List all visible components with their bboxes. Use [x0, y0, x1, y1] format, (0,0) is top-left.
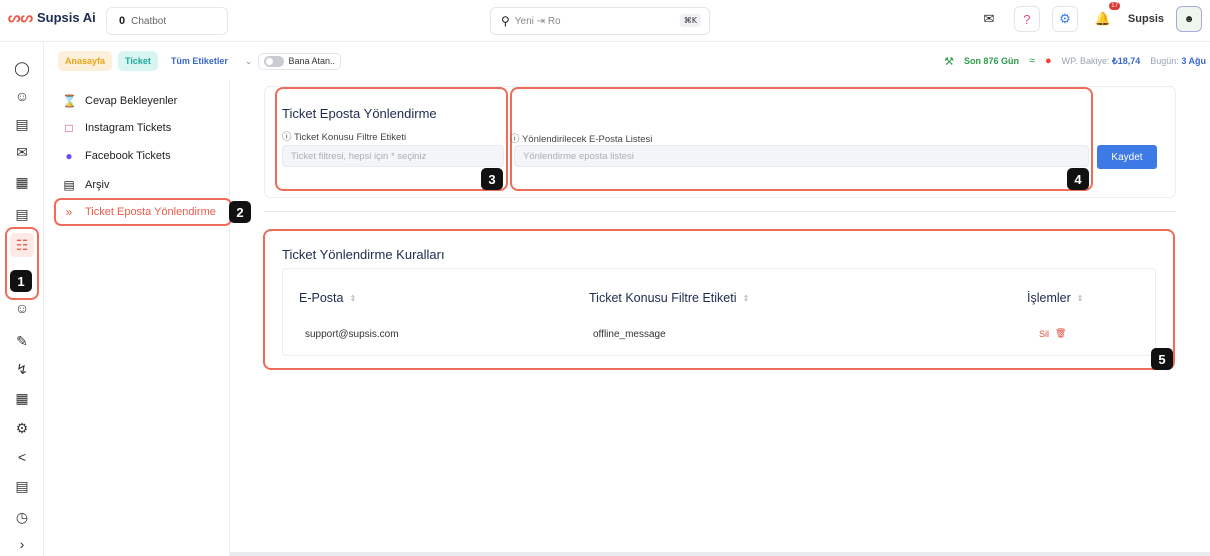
today-label: Bugün:	[1150, 56, 1179, 66]
chatbot-label: Chatbot	[131, 15, 167, 27]
menu-item-label: Cevap Bekleyenler	[85, 95, 178, 107]
toggle-switch[interactable]	[264, 55, 285, 67]
status-area: ⚒ Son 876 Gün ≈ ● WP. Bakiye: ₺18,74 Bug…	[944, 47, 1206, 75]
menu-item-label: Facebook Tickets	[85, 150, 171, 162]
chat-icon[interactable]: ◯	[10, 56, 34, 80]
avatar[interactable]: ☻	[1176, 6, 1202, 32]
breadcrumb-home[interactable]: Anasayfa	[58, 51, 113, 71]
apps-icon[interactable]: ▦	[10, 386, 34, 410]
trash-icon: 🗑	[1055, 328, 1067, 338]
scrollbar-track[interactable]	[230, 552, 1210, 556]
icon-rail: ◯ ☺ ▤ ✉ ▦ ▤ ☷ ☺ ✎ ↯ ▦ ⚙ < ▤ ◷ ›	[0, 42, 44, 556]
pen-icon[interactable]: ✎	[10, 329, 34, 353]
marker-5: 5	[1151, 348, 1173, 370]
rules-title: Ticket Yönlendirme Kuralları	[282, 247, 445, 262]
marker-4: 4	[1067, 168, 1089, 190]
routing-title: Ticket Eposta Yönlendirme	[282, 106, 437, 121]
mail-nav-icon[interactable]: ✉	[10, 140, 34, 164]
bolt-icon[interactable]: ↯	[10, 357, 34, 381]
document-icon[interactable]: ▤	[10, 202, 34, 226]
sort-icon[interactable]: ⇕	[743, 294, 750, 303]
breadcrumb-ticket[interactable]: Ticket	[118, 51, 158, 71]
menu-item-label: Instagram Tickets	[85, 122, 172, 134]
top-actions: ✉ ? ⚙ 🔔 17 Supsis ☻	[976, 2, 1202, 32]
ticket-menu: ⌛ Cevap Bekleyenler □ Instagram Tickets …	[46, 80, 232, 556]
gear-icon[interactable]: ⚙	[1051, 6, 1078, 32]
menu-item-instagram[interactable]: □ Instagram Tickets	[62, 117, 171, 139]
chevron-down-icon[interactable]: ⌄	[245, 56, 253, 67]
help-icon[interactable]: ?	[1013, 6, 1040, 32]
column-header-label: E-Posta	[299, 291, 344, 305]
save-button[interactable]: Kaydet	[1097, 145, 1157, 169]
search-value: Yeni ⇥ Ro	[514, 15, 561, 27]
highlight-box-2	[54, 198, 232, 226]
filter-label: ⓘ Ticket Konusu Filtre Etiketi	[282, 132, 407, 143]
app-logo[interactable]: ᔕᔕ Supsis Ai	[8, 9, 96, 26]
email-list-input[interactable]: Yönlendirme eposta listesi	[514, 145, 1089, 167]
clock-icon[interactable]: ◷	[10, 505, 34, 529]
column-header-tag[interactable]: Ticket Konusu Filtre Etiketi ⇕	[589, 291, 749, 305]
messenger-icon: ●	[65, 149, 73, 163]
chatbot-selector[interactable]: 0 Chatbot	[106, 7, 228, 35]
table-cell-email: support@supsis.com	[305, 329, 399, 340]
menu-item-label: Arşiv	[85, 179, 110, 191]
filter-input[interactable]: Ticket filtresi, hepsi için * seçiniz	[282, 145, 504, 167]
menu-item-arsiv[interactable]: ▤ Arşiv	[62, 174, 109, 196]
notification-count: 17	[1109, 2, 1120, 10]
bell-icon[interactable]: 🔔 17	[1090, 2, 1120, 32]
rules-table: E-Posta ⇕ Ticket Konusu Filtre Etiketi ⇕ İ…	[282, 268, 1156, 356]
search-input[interactable]: ⚲ Yeni ⇥ Ro ⌘K	[490, 7, 710, 35]
top-bar: ᔕᔕ Supsis Ai 0 Chatbot ⚲ Yeni ⇥ Ro ⌘K ✉ …	[0, 0, 1210, 42]
instagram-icon: □	[65, 121, 73, 135]
robot-nav-icon[interactable]: ☺	[10, 84, 34, 108]
today: Bugün: 3 Ağu	[1150, 56, 1206, 66]
search-icon: ⚲	[501, 14, 510, 28]
card-icon[interactable]: ▤	[10, 474, 34, 498]
today-value: 3 Ağu	[1181, 56, 1206, 66]
settings-icon[interactable]: ⚙	[10, 416, 34, 440]
chatbot-count: 0	[119, 15, 126, 27]
column-header-actions[interactable]: İşlemler ⇕	[1027, 291, 1083, 305]
assigned-toggle[interactable]: Bana Atan..	[258, 52, 341, 70]
sort-icon[interactable]: ⇕	[349, 294, 356, 303]
menu-item-cevap-bekleyenler[interactable]: ⌛ Cevap Bekleyenler	[62, 90, 177, 112]
supsis-logo-icon: ᔕᔕ	[8, 9, 33, 25]
robot-icon: ⚒	[944, 55, 954, 68]
balance-label: WP. Bakiye:	[1061, 55, 1110, 66]
menu-item-facebook[interactable]: ● Facebook Tickets	[62, 145, 171, 167]
user-name[interactable]: Supsis	[1128, 13, 1164, 25]
days-remaining: Son 876 Gün	[963, 56, 1019, 66]
assigned-label: Bana Atan..	[288, 56, 335, 66]
mail-icon[interactable]: ✉	[976, 6, 1002, 32]
expand-icon[interactable]: ›	[10, 532, 34, 556]
column-header-email[interactable]: E-Posta ⇕	[299, 291, 356, 305]
hourglass-icon: ⌛	[62, 94, 77, 108]
app-logo-text: Supsis Ai	[36, 10, 96, 25]
divider	[264, 211, 1176, 212]
sub-bar: Anasayfa Ticket Tüm Etiketler ⌄ Bana Ata…	[46, 47, 1210, 75]
tags-dropdown[interactable]: Tüm Etiketler	[164, 51, 235, 71]
marker-2: 2	[229, 201, 251, 223]
status-icon: ●	[1045, 55, 1052, 67]
archive-icon: ▤	[63, 178, 75, 192]
sort-icon[interactable]: ⇕	[1077, 294, 1084, 303]
table-cell-tag: offline_message	[593, 329, 666, 340]
column-header-label: İşlemler	[1027, 291, 1071, 305]
email-list-label: ⓘ Yönlendirilecek E-Posta Listesi	[510, 134, 653, 145]
delete-label: Sil	[1039, 328, 1050, 339]
contacts-icon[interactable]: ▤	[10, 112, 34, 136]
share-icon[interactable]: <	[10, 445, 34, 469]
marker-1: 1	[10, 270, 32, 292]
balance: WP. Bakiye: ₺18,74	[1062, 56, 1141, 67]
marker-3: 3	[481, 168, 503, 190]
calendar-icon[interactable]: ▦	[10, 170, 34, 194]
wifi-icon: ≈	[1028, 55, 1035, 67]
search-shortcut: ⌘K	[679, 14, 701, 27]
column-header-label: Ticket Konusu Filtre Etiketi	[589, 291, 737, 305]
balance-value: ₺18,74	[1112, 55, 1141, 66]
delete-button[interactable]: Sil 🗑	[1039, 328, 1066, 339]
